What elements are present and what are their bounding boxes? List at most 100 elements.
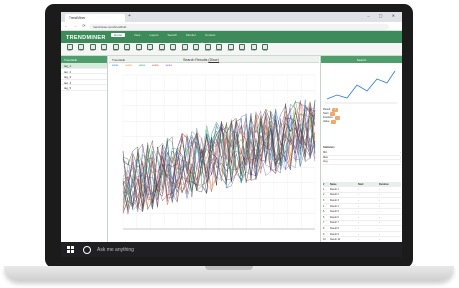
table-cell: - [358, 232, 359, 236]
table-header-cell[interactable]: # [323, 183, 330, 186]
menu-item-4[interactable]: Monitor [186, 33, 196, 37]
ribbon-button-label: Print [251, 50, 256, 52]
table-cell: 2 [323, 193, 325, 197]
ribbon-button-10[interactable]: Search [180, 44, 189, 55]
table-cell: - [358, 238, 359, 242]
table-cell: - [358, 198, 359, 202]
ribbon-button-label: Monitor [215, 50, 223, 52]
left-panel-header: TrendHub [61, 56, 107, 63]
window-controls[interactable]: – ▢ ✕ [367, 13, 399, 18]
ribbon-button-5[interactable]: Zoom [123, 44, 132, 55]
ribbon-button-label: Fit [148, 50, 152, 52]
table-cell: Result 5 [330, 210, 339, 214]
table-cell: - [379, 238, 380, 242]
menu-item-1[interactable]: View [134, 33, 140, 37]
table-cell: Result 1 [330, 187, 339, 191]
stat-row: Value - [323, 120, 401, 124]
laptop-frame: TrendMiner + – ▢ ✕ ← → ⟳ trendminer.com/… [0, 0, 459, 288]
table-cell: 10 [323, 238, 326, 242]
legend-entry[interactable]: series [139, 64, 145, 67]
ribbon-button-label: Undo [101, 50, 107, 52]
table-cell: - [358, 204, 359, 208]
browser-tab[interactable]: TrendMiner [65, 14, 125, 22]
table-cell: - [379, 226, 380, 230]
ribbon-button-2[interactable]: Save [88, 44, 97, 55]
table-header-cell[interactable]: Name [330, 183, 358, 186]
browser-tab-strip: TrendMiner + – ▢ ✕ [61, 12, 402, 22]
line-chart[interactable] [109, 69, 319, 242]
ribbon-toolbar: New Open Save Undo Redo Zoom Pan Fit Layers Filte… [61, 43, 402, 56]
ribbon-button-label: Value [193, 50, 199, 52]
ribbon-button-label: Save [90, 50, 95, 52]
ribbon-button-1[interactable]: Open [77, 44, 86, 55]
table-cell: Result 4 [330, 204, 339, 208]
table-cell: - [358, 221, 359, 225]
chart-area[interactable] [109, 69, 319, 242]
table-cell: 7 [323, 221, 325, 225]
mini-chart-line [326, 70, 396, 100]
table-header-cell[interactable]: Start [358, 183, 379, 186]
statistics-row: Avg - [323, 160, 401, 165]
table-cell: - [379, 198, 380, 202]
nav-buttons[interactable]: ← → ⟳ [64, 23, 88, 28]
stat-label: Duration [323, 116, 333, 119]
menu-item-5[interactable]: Context [205, 33, 215, 37]
url-field[interactable]: trendminer.com/trendhub [89, 23, 389, 30]
menu-item-2[interactable]: Layers [149, 33, 158, 37]
table-cell: - [358, 215, 359, 219]
results-table: # Name Start Duration 1 Result 1- -2 Result 2-… [323, 182, 401, 243]
app-menu: Home View Layers Search Monitor Context [111, 33, 224, 37]
ribbon-button-label: Pan [136, 50, 141, 52]
legend-entry[interactable]: series [166, 64, 172, 67]
ribbon-button-4[interactable]: Redo [111, 44, 120, 55]
right-panel: Search Result 1 Start - Duration - Value - Stat… [320, 56, 402, 243]
table-header-cell[interactable]: Duration [379, 183, 401, 186]
table-cell: 5 [323, 210, 325, 214]
ribbon-button-16[interactable]: Print [249, 44, 258, 55]
chart-title-prefix: Search Results [183, 57, 208, 62]
ribbon-button-label: Share [239, 50, 245, 52]
legend-entry[interactable]: series [112, 64, 118, 67]
windows-start-icon[interactable] [67, 246, 74, 253]
ribbon-button-label: New [67, 50, 72, 52]
ribbon-button-14[interactable]: Export [226, 44, 235, 55]
chart-legend: series series series series series [109, 63, 319, 68]
ribbon-button-12[interactable]: Shape [203, 44, 212, 55]
ribbon-button-3[interactable]: Undo [100, 44, 109, 55]
address-bar: ← → ⟳ trendminer.com/trendhub [61, 22, 402, 31]
menu-item-3[interactable]: Search [167, 33, 177, 37]
table-cell: - [379, 193, 380, 197]
menu-item-0[interactable]: Home [111, 33, 126, 37]
ribbon-button-11[interactable]: Value [192, 44, 201, 55]
chart-title-link[interactable]: (Discr) [208, 58, 219, 62]
legend-entry[interactable]: series [152, 64, 158, 67]
ribbon-button-label: Export [227, 50, 234, 52]
left-panel-item[interactable]: tag_5 [61, 85, 107, 91]
ribbon-button-7[interactable]: Fit [146, 44, 155, 55]
new-tab-button[interactable]: + [128, 13, 131, 19]
table-cell: 3 [323, 198, 325, 202]
laptop-notch [205, 266, 253, 270]
ribbon-button-9[interactable]: Filter [169, 44, 178, 55]
ribbon-button-label: Redo [113, 50, 118, 52]
ribbon-button-label: Shape [204, 50, 211, 52]
ribbon-button-6[interactable]: Pan [134, 44, 143, 55]
table-cell: - [379, 232, 380, 236]
ribbon-button-0[interactable]: New [65, 44, 74, 55]
table-cell: - [379, 210, 380, 214]
ribbon-button-label: Layers [158, 50, 165, 52]
table-cell: - [379, 187, 380, 191]
ribbon-button-8[interactable]: Layers [157, 44, 166, 55]
ribbon-button-13[interactable]: Monitor [215, 44, 224, 55]
table-cell: - [358, 193, 359, 197]
table-cell: - [379, 221, 380, 225]
taskbar-search-input[interactable]: Ask me anything [97, 247, 134, 253]
ribbon-button-label: Zoom [124, 50, 130, 52]
ribbon-button-15[interactable]: Share [238, 44, 247, 55]
ribbon-button-17[interactable]: Help [261, 44, 270, 55]
cortana-icon[interactable] [83, 245, 91, 254]
statistics-section: Statistics Min - Max - Avg - [323, 146, 401, 165]
stat-label: Value [323, 120, 330, 123]
table-cell: Result 9 [330, 232, 339, 236]
legend-entry[interactable]: series [125, 64, 131, 67]
